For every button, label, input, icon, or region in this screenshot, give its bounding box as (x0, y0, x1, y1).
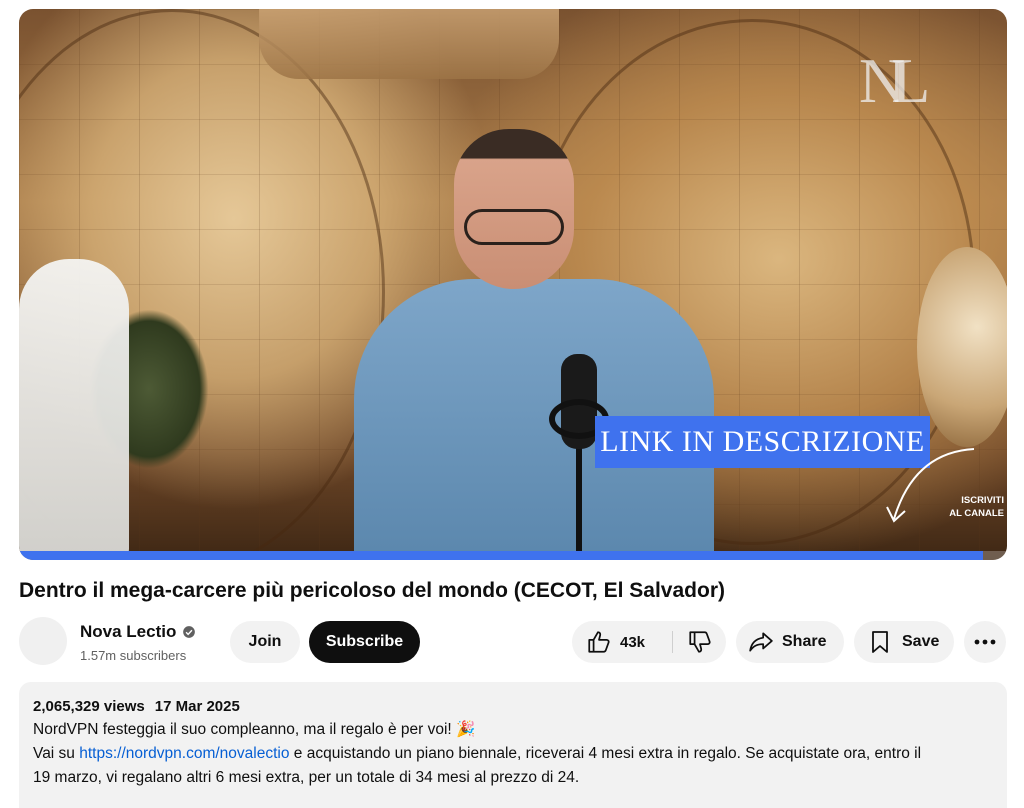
presenter-glasses (464, 209, 564, 245)
dislike-button[interactable] (673, 621, 726, 663)
subscriber-count: 1.57m subscribers (80, 648, 187, 663)
progress-bar[interactable] (19, 551, 984, 560)
channel-logo-watermark: NL (859, 45, 930, 116)
channel-name[interactable]: Nova Lectio (80, 621, 176, 643)
save-label: Save (902, 633, 940, 650)
description-line-2-suffix: e acquistando un piano biennale, ricever… (289, 745, 922, 762)
save-button[interactable]: Save (854, 621, 954, 663)
view-count: 2,065,329 views (33, 698, 145, 715)
description-line-1: NordVPN festeggia il suo compleanno, ma … (33, 721, 476, 738)
description-line-2: Vai su https://nordvpn.com/novalectio e … (33, 742, 993, 766)
share-label: Share (782, 633, 827, 650)
verified-check-icon (183, 626, 196, 638)
join-button[interactable]: Join (230, 621, 300, 663)
subscribe-overlay-line2: AL CANALE (949, 508, 1004, 519)
thumbs-up-icon (588, 631, 610, 653)
description-box[interactable]: 2,065,329 views 17 Mar 2025 NordVPN fest… (19, 682, 1007, 808)
more-actions-button[interactable] (964, 621, 1006, 663)
nordvpn-link[interactable]: https://nordvpn.com/novalectio (79, 745, 289, 762)
channel-name-row[interactable]: Nova Lectio (80, 621, 196, 643)
presenter (354, 129, 714, 560)
like-count: 43k (620, 633, 646, 651)
subscribe-overlay-line1: ISCRIVITI (961, 495, 1004, 506)
more-horizontal-icon (974, 639, 996, 645)
channel-avatar[interactable] (19, 617, 67, 665)
description-line-3: 19 marzo, vi regalano altri 6 mesi extra… (33, 769, 580, 786)
globe-decoration (917, 247, 1007, 447)
subscribe-button[interactable]: Subscribe (309, 621, 420, 663)
video-player[interactable]: NL LINK IN DESCRIZIONE ISCRIVITI AL CANA… (19, 9, 1007, 560)
microphone-stand (576, 444, 582, 559)
bookmark-icon (872, 631, 888, 653)
description-meta: 2,065,329 views 17 Mar 2025 (33, 696, 993, 718)
upload-date: 17 Mar 2025 (154, 698, 240, 715)
statue-decoration (19, 259, 129, 559)
share-arrow-icon (749, 632, 773, 652)
video-title: Dentro il mega-carcere più pericoloso de… (19, 579, 725, 602)
description-line-2-prefix: Vai su (33, 745, 80, 762)
share-button[interactable]: Share (736, 621, 844, 663)
thumbs-down-icon (688, 631, 711, 653)
map-cartouche (259, 9, 559, 79)
like-dislike-group: 43k (572, 621, 726, 663)
subscribe-overlay-text: ISCRIVITI AL CANALE (934, 494, 1004, 520)
like-button[interactable]: 43k (572, 621, 672, 663)
